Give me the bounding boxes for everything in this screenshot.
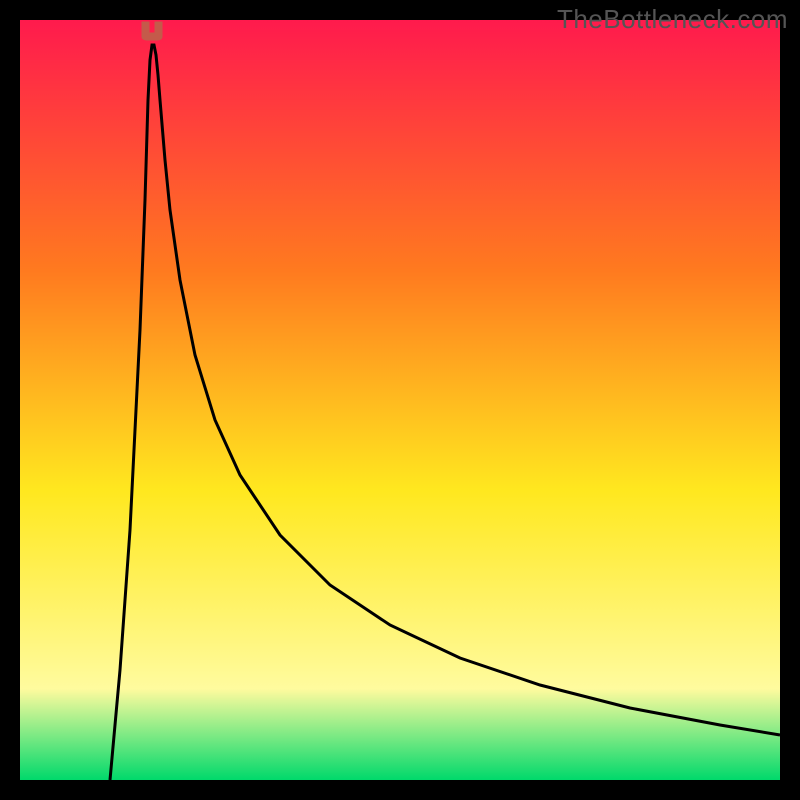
chart-frame: TheBottleneck.com bbox=[0, 0, 800, 800]
bottleneck-chart bbox=[0, 0, 800, 800]
plot-background bbox=[20, 20, 780, 780]
watermark-text: TheBottleneck.com bbox=[557, 4, 788, 35]
